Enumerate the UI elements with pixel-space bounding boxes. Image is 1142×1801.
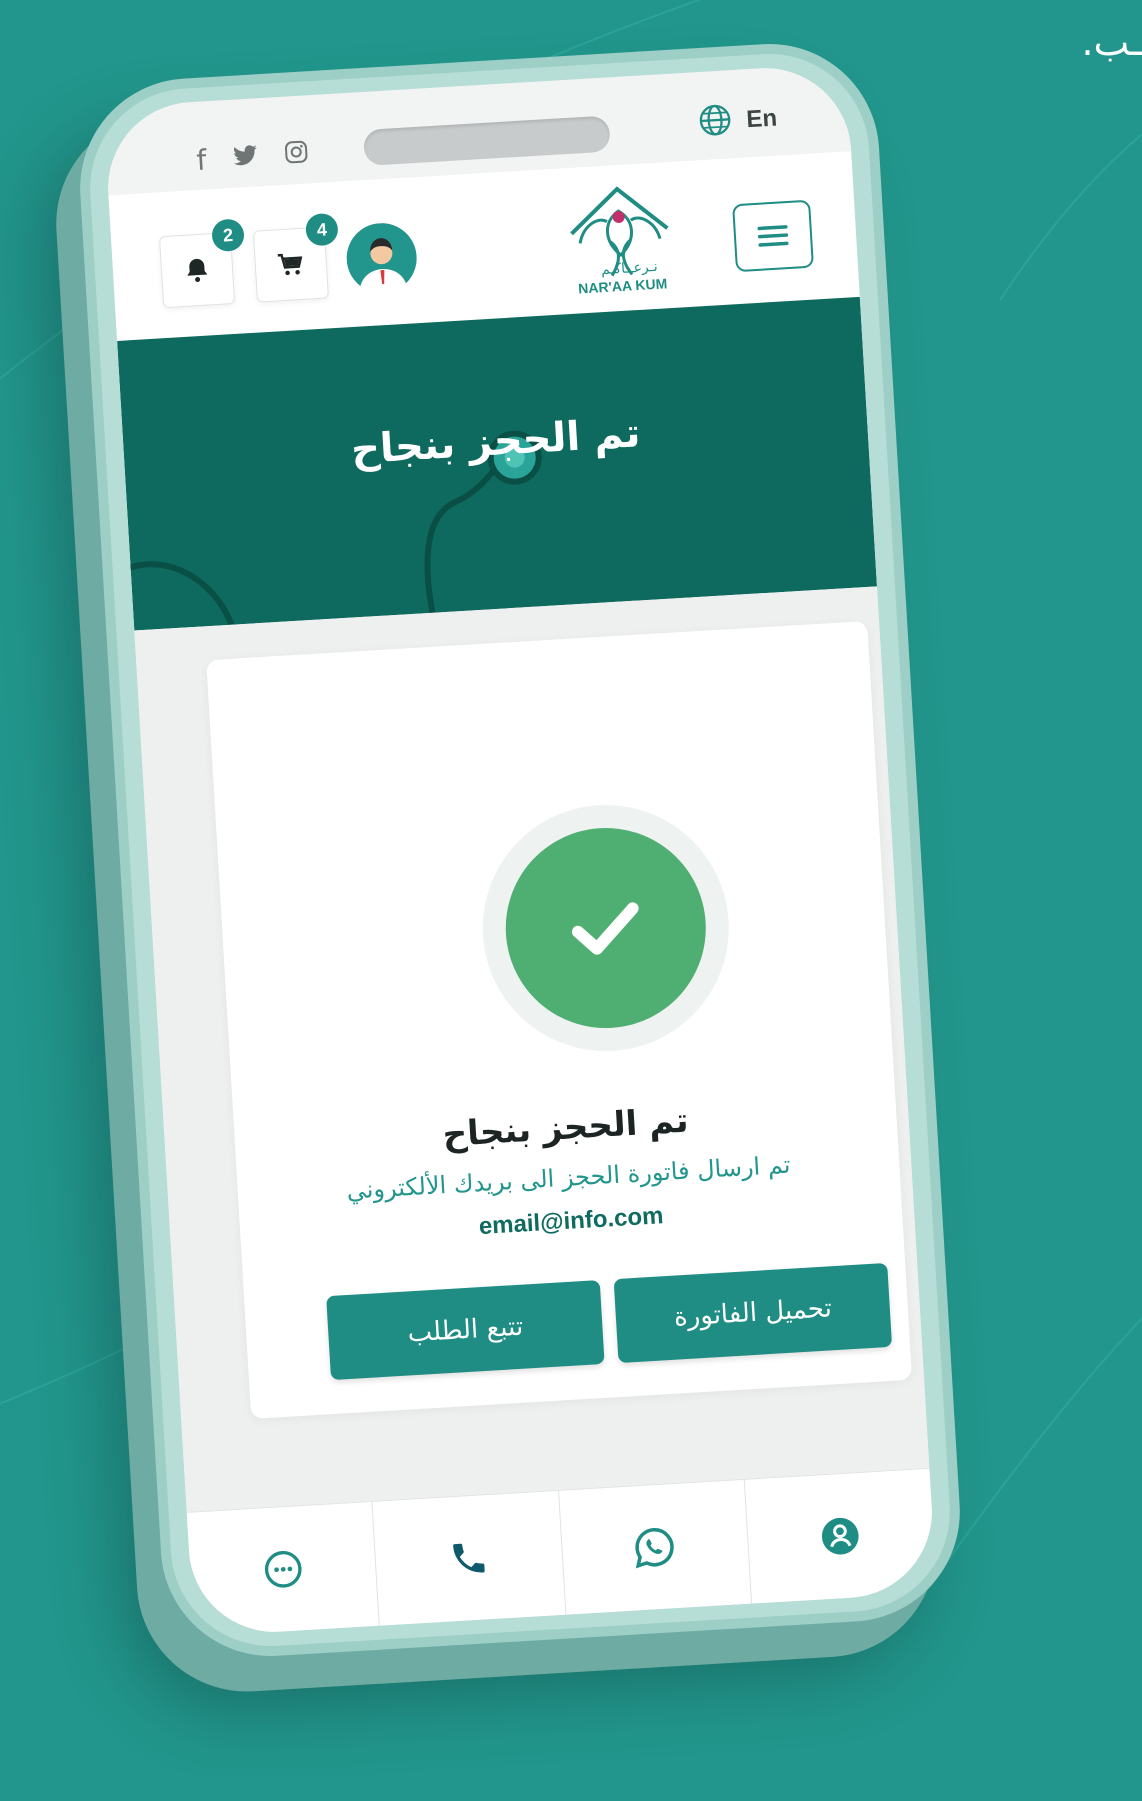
whatsapp-icon — [635, 1528, 674, 1569]
cart-badge: 4 — [304, 212, 339, 247]
avatar[interactable] — [345, 221, 419, 295]
twitter-icon[interactable] — [232, 143, 260, 172]
brand-logo[interactable]: نـرعــاكـم NAR'AA KUM — [547, 177, 694, 303]
notification-badge: 2 — [211, 218, 245, 253]
nav-whatsapp[interactable] — [558, 1479, 752, 1615]
social-links: f — [196, 139, 309, 177]
content-area: تم الحجز بنجاح تم ارسال فاتورة الحجز الى… — [134, 586, 937, 1637]
globe-icon — [697, 102, 733, 142]
hamburger-icon — [757, 225, 789, 247]
success-ring — [475, 797, 736, 1059]
language-label: En — [745, 104, 778, 134]
nav-profile[interactable] — [744, 1469, 936, 1604]
logo-arabic: نـرعــاكـم — [601, 259, 658, 278]
phone-icon — [453, 1543, 485, 1573]
facebook-icon[interactable]: f — [196, 143, 208, 177]
track-order-button[interactable]: تتبع الطلب — [326, 1280, 605, 1381]
instagram-icon[interactable] — [283, 139, 309, 169]
hero-banner: تم الحجز بنجاح — [117, 296, 877, 631]
user-icon — [822, 1517, 859, 1555]
success-check-icon — [500, 822, 712, 1034]
phone-notch — [363, 115, 611, 166]
nav-chat[interactable] — [186, 1501, 381, 1637]
cart-button[interactable]: 4 — [252, 212, 339, 303]
logo-latin: NAR'AA KUM — [578, 275, 668, 296]
confirmation-card: تم الحجز بنجاح تم ارسال فاتورة الحجز الى… — [206, 621, 913, 1419]
chat-icon — [264, 1550, 302, 1588]
cart-icon — [277, 253, 303, 276]
phone-screen: f En 2 4 نـرعــاكـم NAR'AA KUM تم الحجز … — [103, 63, 937, 1637]
download-invoice-button[interactable]: تحميل الفاتورة — [613, 1262, 893, 1364]
notifications-button[interactable]: 2 — [158, 218, 245, 309]
phone-mockup: f En 2 4 نـرعــاكـم NAR'AA KUM تم الحجز … — [73, 37, 967, 1663]
language-switch[interactable]: En — [697, 100, 778, 143]
top-caption: ـب. — [1081, 20, 1142, 64]
bell-icon — [187, 258, 208, 282]
nav-phone[interactable] — [372, 1490, 566, 1626]
menu-button[interactable] — [732, 199, 814, 273]
